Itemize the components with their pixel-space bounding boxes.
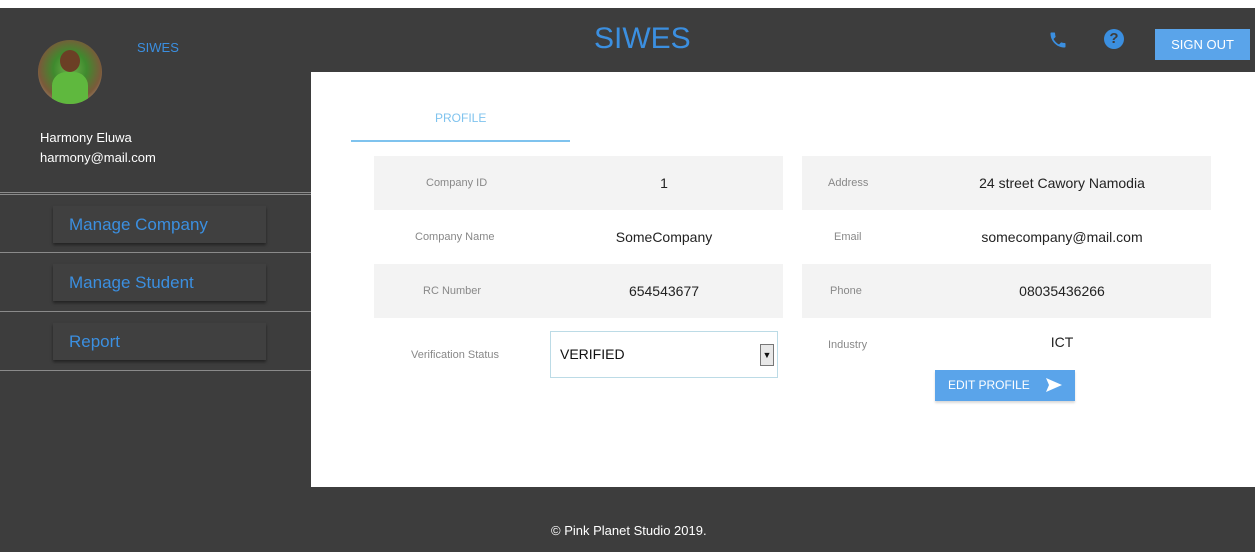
field-email: Email somecompany@mail.com: [802, 210, 1211, 264]
help-icon[interactable]: ?: [1104, 29, 1124, 49]
footer: © Pink Planet Studio 2019.: [311, 487, 1255, 552]
sidebar-item-manage-student[interactable]: Manage Student: [53, 264, 266, 301]
sidebar: SIWES Harmony Eluwa harmony@mail.com Man…: [0, 8, 311, 552]
field-label: RC Number: [423, 285, 482, 297]
field-value: 24 street Cawory Namodia: [979, 175, 1145, 191]
sidebar-item-report[interactable]: Report: [53, 323, 266, 360]
user-email: harmony@mail.com: [40, 150, 156, 165]
page-title: SIWES: [594, 22, 691, 55]
footer-copyright: © Pink Planet Studio 2019.: [551, 523, 707, 538]
phone-icon[interactable]: [1048, 30, 1068, 50]
avatar[interactable]: [38, 40, 102, 104]
field-value: SomeCompany: [615, 229, 713, 245]
field-value: 654543677: [628, 283, 700, 299]
nav-row-report: Report: [0, 312, 311, 371]
avatar-body: [52, 72, 88, 104]
field-phone: Phone 08035436266: [802, 264, 1211, 318]
field-label: Address: [828, 177, 869, 189]
field-value: ICT: [1050, 334, 1074, 350]
user-name: Harmony Eluwa: [40, 130, 132, 145]
field-label: Verification Status: [411, 349, 500, 361]
field-value: somecompany@mail.com: [981, 229, 1143, 245]
tab-profile-label: PROFILE: [435, 111, 487, 125]
verification-status-select[interactable]: VERIFIED ▼: [550, 331, 778, 378]
edit-profile-label: EDIT PROFILE: [948, 378, 1030, 392]
nav-row-manage-student: Manage Student: [0, 253, 311, 312]
sidebar-brand[interactable]: SIWES: [137, 40, 179, 55]
chevron-down-icon[interactable]: ▼: [760, 344, 774, 366]
field-address: Address 24 street Cawory Namodia: [802, 156, 1211, 210]
field-label: Email: [834, 231, 862, 243]
field-value: 1: [660, 175, 668, 191]
verification-status-value: VERIFIED: [560, 346, 625, 362]
field-value: 08035436266: [1019, 283, 1105, 299]
tab-profile[interactable]: PROFILE: [351, 104, 570, 142]
sidebar-profile: SIWES Harmony Eluwa harmony@mail.com: [0, 8, 311, 193]
send-icon: [1046, 378, 1062, 392]
field-industry: Industry ICT: [802, 318, 1211, 372]
sidebar-item-manage-company[interactable]: Manage Company: [53, 206, 266, 243]
edit-profile-button[interactable]: EDIT PROFILE: [935, 370, 1075, 401]
nav-row-manage-company: Manage Company: [0, 194, 311, 253]
field-rc-number: RC Number 654543677: [374, 264, 783, 318]
field-company-name: Company Name SomeCompany: [374, 210, 783, 264]
avatar-face: [60, 50, 80, 72]
field-company-id: Company ID 1: [374, 156, 783, 210]
sign-out-button[interactable]: SIGN OUT: [1155, 29, 1250, 60]
field-label: Industry: [828, 339, 868, 351]
field-label: Company ID: [426, 177, 488, 189]
top-strip: [0, 0, 1255, 8]
field-label: Phone: [830, 285, 862, 297]
field-label: Company Name: [415, 231, 495, 243]
